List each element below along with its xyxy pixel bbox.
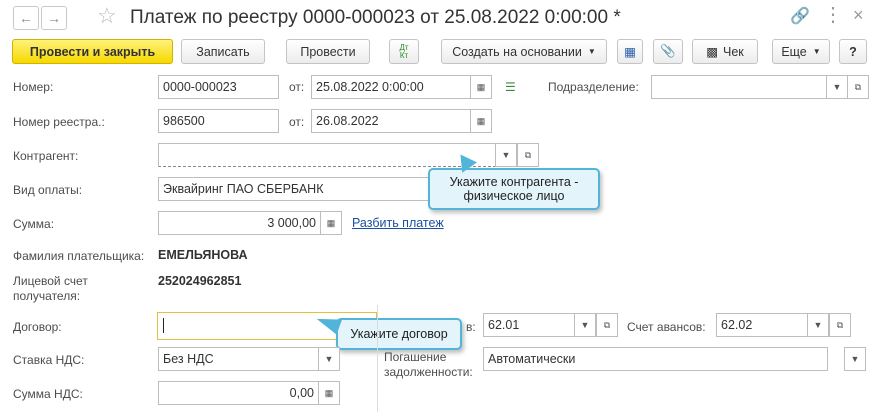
window-title: Платеж по реестру 0000-000023 от 25.08.2… [130, 7, 621, 28]
open-icon[interactable]: ⧉ [847, 75, 869, 99]
check-button[interactable]: ▩ Чек [692, 39, 758, 64]
chevron-down-icon: ▼ [812, 47, 821, 56]
save-button[interactable]: Записать [181, 39, 265, 64]
advance-account-label: Счет авансов: [627, 320, 706, 334]
registry-number-label: Номер реестра.: [13, 115, 105, 129]
dt-kt-button[interactable]: Дт Кт [389, 39, 419, 64]
date-field[interactable]: 25.08.2022 0:00:00 [311, 75, 471, 99]
chevron-down-icon[interactable]: ▼ [844, 347, 866, 371]
number-field[interactable]: 0000-000023 [158, 75, 279, 99]
debt-repayment-label: Погашение задолженности: [384, 350, 473, 379]
more-button[interactable]: Еще ▼ [772, 39, 830, 64]
chevron-down-icon[interactable]: ▼ [826, 75, 848, 99]
forward-button[interactable]: → [41, 6, 67, 30]
chevron-down-icon[interactable]: ▼ [318, 347, 340, 371]
open-icon[interactable]: ⧉ [829, 313, 851, 337]
post-button[interactable]: Провести [286, 39, 370, 64]
account-label: Лицевой счет получателя: [13, 274, 88, 303]
attachment-icon[interactable]: 📎 [653, 39, 683, 64]
chevron-down-icon: ▼ [587, 47, 596, 56]
date-from-label: от: [289, 80, 305, 94]
more-label: Еще [781, 44, 807, 59]
check-label: Чек [723, 44, 744, 59]
calculator-icon[interactable]: ▦ [320, 211, 342, 235]
vat-rate-field[interactable]: Без НДС [158, 347, 319, 371]
debt-repayment-field[interactable]: Автоматически [483, 347, 828, 371]
contract-label: Договор: [13, 320, 62, 334]
calendar-icon[interactable]: ▦ [470, 109, 492, 133]
vat-amount-field[interactable]: 0,00 [158, 381, 319, 405]
chevron-down-icon[interactable]: ▼ [495, 143, 517, 167]
division-field[interactable] [651, 75, 827, 99]
registry-number-field[interactable]: 986500 [158, 109, 279, 133]
create-basis-button[interactable]: Создать на основании ▼ [441, 39, 607, 64]
create-basis-label: Создать на основании [452, 44, 582, 59]
payment-type-label: Вид оплаты: [13, 183, 83, 197]
vat-rate-label: Ставка НДС: [13, 353, 85, 367]
payment-type-field[interactable]: Эквайринг ПАО СБЕРБАНК [158, 177, 438, 201]
registered-doc-icon: ☰ [505, 80, 516, 94]
payer-label: Фамилия плательщика: [13, 249, 145, 263]
amount-field[interactable]: 3 000,00 [158, 211, 321, 235]
advance-account-field[interactable]: 62.02 [716, 313, 808, 337]
settlement-account-field[interactable]: 62.01 [483, 313, 575, 337]
contract-tooltip: Укажите договор [336, 318, 462, 350]
counterparty-tooltip: Укажите контрагента - физическое лицо [428, 168, 600, 210]
division-label: Подразделение: [548, 80, 639, 94]
dt-kt-icon: Дт Кт [399, 42, 409, 60]
favorite-star-icon[interactable]: ☆ [97, 3, 117, 29]
registry-date-field[interactable]: 26.08.2022 [311, 109, 471, 133]
help-button[interactable]: ? [839, 39, 867, 64]
amount-label: Сумма: [13, 217, 55, 231]
split-payment-link[interactable]: Разбить платеж [352, 216, 444, 230]
registry-date-from-label: от: [289, 115, 305, 129]
open-icon[interactable]: ⧉ [517, 143, 539, 167]
group-separator [377, 305, 378, 412]
settlement-account-label: в: [466, 320, 476, 334]
account-value: 252024962851 [158, 274, 242, 288]
chevron-down-icon[interactable]: ▼ [807, 313, 829, 337]
chevron-down-icon[interactable]: ▼ [574, 313, 596, 337]
payer-value: ЕМЕЛЬЯНОВА [158, 248, 248, 262]
arrow-left-icon: ← [19, 10, 33, 26]
calendar-icon[interactable]: ▦ [470, 75, 492, 99]
arrow-right-icon: → [47, 10, 61, 26]
text-cursor [163, 318, 164, 333]
close-icon[interactable]: × [853, 5, 864, 26]
cash-register-icon: ▩ [706, 45, 719, 59]
structure-icon[interactable]: ▦ [617, 39, 643, 64]
link-icon[interactable]: 🔗 [790, 6, 810, 26]
calculator-icon[interactable]: ▦ [318, 381, 340, 405]
back-button[interactable]: ← [13, 6, 39, 30]
counterparty-label: Контрагент: [13, 149, 79, 163]
counterparty-field[interactable] [158, 143, 496, 167]
vat-amount-label: Сумма НДС: [13, 387, 83, 401]
menu-dots-icon[interactable]: ⋮ [823, 2, 843, 27]
post-and-close-button[interactable]: Провести и закрыть [12, 39, 173, 64]
open-icon[interactable]: ⧉ [596, 313, 618, 337]
number-label: Номер: [13, 80, 54, 94]
